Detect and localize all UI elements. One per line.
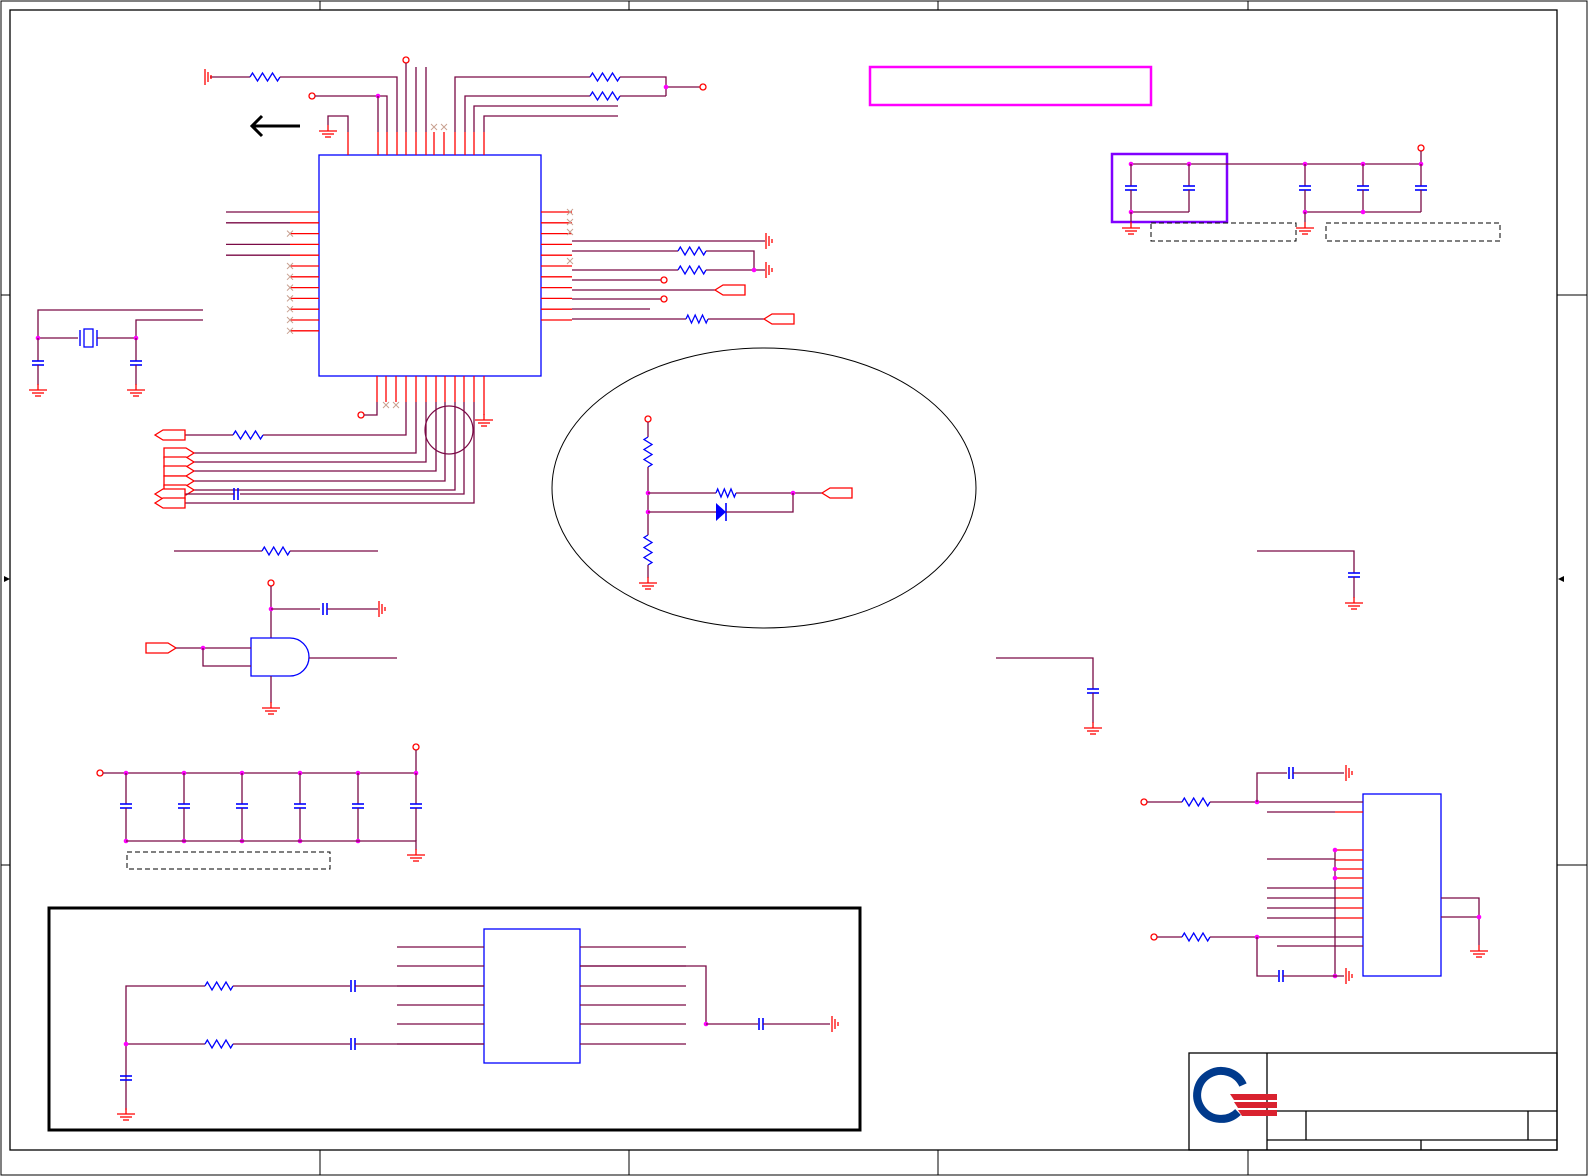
- resistor: [642, 436, 654, 468]
- dashed-note-box: [1325, 222, 1501, 242]
- secondary-ic: [1362, 793, 1442, 977]
- junction-dot: [751, 267, 757, 273]
- power-port: [402, 56, 410, 64]
- resistor: [685, 313, 709, 325]
- wire: [454, 76, 590, 132]
- power-port: [660, 276, 668, 284]
- company-logo-bar: [1238, 1110, 1277, 1116]
- junction-dot: [1332, 866, 1338, 872]
- off-page-connector: [145, 642, 178, 654]
- resistor: [204, 1038, 234, 1050]
- sheet-border: [0, 0, 1588, 1176]
- resistor: [642, 534, 654, 566]
- wire: [996, 657, 1094, 689]
- wire: [125, 985, 205, 1110]
- diode: [716, 503, 726, 521]
- junction-dot: [1332, 875, 1338, 881]
- wire: [135, 319, 203, 338]
- wire: [202, 648, 251, 667]
- wire: [327, 115, 349, 132]
- schematic-sheet: [0, 0, 1588, 1176]
- wire: [280, 76, 398, 132]
- main-ic: [318, 154, 542, 377]
- junction-dot: [1476, 914, 1482, 920]
- off-page-connector: [820, 487, 853, 499]
- highlight-circle: [424, 405, 474, 455]
- resistor: [1181, 796, 1211, 808]
- wire: [1256, 937, 1278, 977]
- power-port: [1140, 798, 1148, 806]
- wire: [192, 402, 417, 454]
- wire: [192, 402, 437, 472]
- power-port: [1417, 144, 1425, 152]
- company-logo-bar: [1230, 1094, 1277, 1100]
- power-port: [660, 295, 668, 303]
- resistor: [589, 71, 621, 83]
- power-port: [1150, 933, 1158, 941]
- wire: [126, 840, 417, 850]
- off-page-connector: [713, 284, 746, 296]
- resistor: [249, 71, 281, 83]
- dashed-note-box: [126, 851, 331, 870]
- wire: [1256, 772, 1287, 802]
- off-page-connector: [153, 429, 186, 441]
- schematic-canvas: [0, 0, 1588, 1176]
- wire: [726, 493, 794, 513]
- junction-dot: [1360, 209, 1366, 215]
- wire: [473, 105, 618, 132]
- title-block: [1188, 1052, 1558, 1151]
- and-gate: [250, 637, 310, 677]
- resistor: [204, 980, 234, 992]
- wire: [315, 95, 388, 132]
- off-page-connector: [762, 313, 795, 325]
- wire: [580, 965, 707, 1024]
- resistor: [589, 90, 621, 102]
- wire: [620, 76, 667, 96]
- wire: [1441, 897, 1480, 945]
- junction-dot: [1332, 847, 1338, 853]
- zone-arrow: [4, 576, 10, 582]
- resistor: [232, 429, 264, 441]
- wire: [37, 309, 203, 338]
- detail-box: [47, 906, 862, 1132]
- wire: [192, 402, 446, 482]
- resistor: [261, 545, 291, 557]
- bottom-ic: [483, 928, 581, 1064]
- junction-dot: [123, 1041, 129, 1047]
- off-page-connector: [163, 465, 196, 477]
- highlight-box: [868, 65, 1153, 107]
- power-port: [357, 411, 365, 419]
- crystal-body: [83, 328, 94, 348]
- wire: [483, 115, 618, 132]
- resistor: [677, 264, 707, 276]
- resistor: [715, 487, 737, 499]
- wire: [706, 250, 755, 270]
- wire: [364, 402, 378, 416]
- power-port: [412, 743, 420, 751]
- wire: [1257, 550, 1355, 573]
- detail-ellipse: [551, 347, 977, 629]
- dashed-note-box: [1150, 222, 1297, 242]
- junction-dot: [663, 84, 669, 90]
- power-port: [308, 92, 316, 100]
- company-logo-bar: [1234, 1102, 1277, 1108]
- zone-arrow: [1558, 576, 1564, 582]
- power-port: [267, 579, 275, 587]
- off-page-connector: [153, 497, 186, 509]
- sheet-inner-border: [9, 9, 1558, 1151]
- resistor: [1181, 931, 1211, 943]
- power-port: [96, 769, 104, 777]
- power-port: [699, 83, 707, 91]
- power-port: [644, 415, 652, 423]
- resistor: [677, 245, 707, 257]
